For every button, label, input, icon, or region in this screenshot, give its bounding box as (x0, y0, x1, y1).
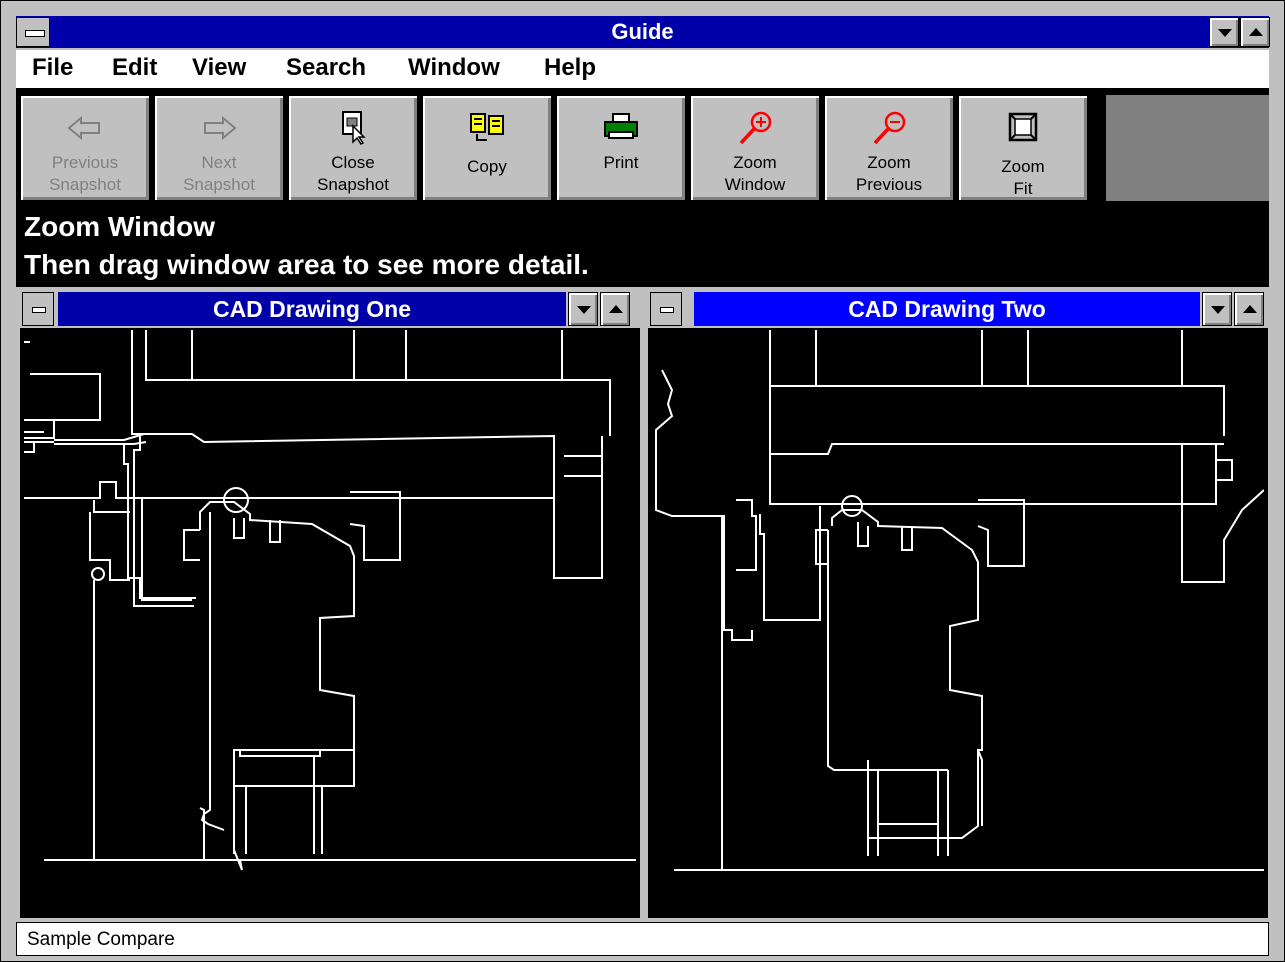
minimize-icon (1218, 29, 1232, 37)
window-title: Guide (611, 19, 674, 44)
pane-two-minimize-button[interactable] (1202, 292, 1232, 326)
system-menu-button[interactable] (16, 17, 50, 47)
pane-one-title-bar[interactable]: CAD Drawing One (20, 290, 640, 328)
cad-pane-one[interactable]: CAD Drawing One (18, 288, 642, 920)
zoom-window-label: Zoom Window (724, 153, 786, 194)
cad-drawing-two (655, 330, 1265, 871)
pane-two-title: CAD Drawing Two (694, 292, 1200, 326)
cad-pane-two[interactable]: CAD Drawing Two (646, 288, 1270, 920)
printer-icon (604, 113, 638, 139)
next-snapshot-label: Next Snapshot (183, 153, 255, 194)
zoom-in-icon (739, 111, 772, 145)
copy-label: Copy (467, 157, 507, 176)
right-arrow-icon (204, 115, 237, 141)
menu-window[interactable]: Window (408, 54, 500, 82)
pane-two-title-bar[interactable]: CAD Drawing Two (648, 290, 1268, 328)
zoom-previous-label: Zoom Previous (855, 153, 923, 194)
minimize-button[interactable] (1209, 17, 1239, 47)
menu-file[interactable]: File (32, 54, 73, 82)
system-menu-icon (25, 30, 45, 37)
menu-search[interactable]: Search (286, 54, 366, 82)
print-button[interactable]: Print (556, 95, 686, 201)
zoom-fit-icon (1008, 112, 1038, 142)
cad-drawing-one (24, 330, 636, 871)
status-text: Sample Compare (27, 929, 175, 950)
zoom-out-icon (873, 111, 906, 145)
menu-help[interactable]: Help (544, 54, 596, 82)
pane-two-system-icon (660, 307, 674, 313)
copy-icon (470, 113, 504, 141)
print-label: Print (603, 153, 639, 172)
close-snapshot-icon (342, 111, 366, 145)
zoom-fit-button[interactable]: Zoom Fit (958, 95, 1088, 201)
title-bar[interactable]: Guide (16, 16, 1269, 48)
pane-one-minimize-icon (577, 306, 591, 314)
pane-one-minimize-button[interactable] (568, 292, 598, 326)
left-arrow-icon (67, 115, 100, 141)
pane-two-minimize-icon (1211, 306, 1225, 314)
pane-one-system-menu[interactable] (22, 292, 54, 326)
previous-snapshot-label: Previous Snapshot (49, 153, 121, 194)
pane-one-title: CAD Drawing One (58, 292, 566, 326)
status-bar: Sample Compare (16, 922, 1269, 956)
menu-edit[interactable]: Edit (112, 54, 157, 82)
next-snapshot-button[interactable]: Next Snapshot (154, 95, 284, 201)
copy-button[interactable]: Copy (422, 95, 552, 201)
toolbar-empty-area (1106, 95, 1269, 201)
zoom-window-button[interactable]: Zoom Window (690, 95, 820, 201)
cad-drawing-two-canvas[interactable] (652, 330, 1265, 914)
close-snapshot-label: Close Snapshot (317, 153, 389, 194)
pane-two-maximize-icon (1243, 305, 1257, 313)
menu-view[interactable]: View (192, 54, 246, 82)
menu-bar: File Edit View Search Window Help (16, 50, 1269, 89)
maximize-icon (1249, 28, 1263, 36)
guide-window: Guide File Edit View Search Window Help … (0, 0, 1285, 962)
close-snapshot-button[interactable]: Close Snapshot (288, 95, 418, 201)
maximize-button[interactable] (1240, 17, 1270, 47)
cad-drawing-one-canvas[interactable] (24, 330, 636, 914)
previous-snapshot-button[interactable]: Previous Snapshot (20, 95, 150, 201)
hint-area: Zoom Window Then drag window area to see… (16, 207, 1269, 287)
zoom-previous-button[interactable]: Zoom Previous (824, 95, 954, 201)
toolbar: Previous Snapshot Next Snapshot Close Sn… (16, 89, 1269, 207)
pane-two-system-menu[interactable] (650, 292, 682, 326)
zoom-fit-label: Zoom Fit (1001, 157, 1045, 198)
pane-one-maximize-button[interactable] (600, 292, 630, 326)
pane-one-system-icon (32, 307, 46, 313)
pane-two-maximize-button[interactable] (1234, 292, 1264, 326)
pane-one-maximize-icon (609, 305, 623, 313)
hint-instruction: Then drag window area to see more detail… (24, 249, 589, 280)
hint-title: Zoom Window (24, 211, 216, 242)
